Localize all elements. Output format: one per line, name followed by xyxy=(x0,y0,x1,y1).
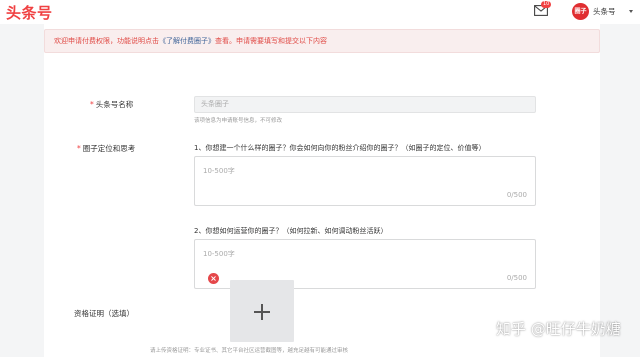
question-1-placeholder: 10-500字 xyxy=(203,167,235,175)
notice-link[interactable]: 《了解付费圈子》 xyxy=(159,37,215,45)
notice-prefix: 欢迎申请付费权限，功能说明点击 xyxy=(54,37,159,45)
plus-icon-vertical xyxy=(261,304,263,320)
upload-image-button[interactable] xyxy=(230,280,294,342)
application-form-card: 欢迎申请付费权限，功能说明点击《了解付费圈子》查看。申请需要填写和提交以下内容 … xyxy=(44,24,600,357)
chevron-down-icon[interactable] xyxy=(629,10,633,13)
notice-banner: 欢迎申请付费权限，功能说明点击《了解付费圈子》查看。申请需要填写和提交以下内容 xyxy=(44,29,600,53)
notification-badge: 10 xyxy=(541,1,552,8)
question-2-placeholder: 10-500字 xyxy=(203,250,235,258)
question-1-textarea[interactable]: 10-500字 0/500 xyxy=(194,156,536,206)
notice-suffix: 查看。申请需要填写和提交以下内容 xyxy=(215,37,327,45)
question-1: 1、你想建一个什么样的圈子？你会如何向你的粉丝介绍你的圈子？（如圈子的定位、价值… xyxy=(194,144,486,152)
question-1-counter: 0/500 xyxy=(506,191,527,199)
watermark: 知乎 @旺仔牛奶糖 xyxy=(496,320,621,338)
name-hint: 该项信息为申请账号信息，不可修改 xyxy=(194,118,283,124)
remove-icon[interactable]: × xyxy=(208,273,219,284)
circle-positioning-label: * 圈子定位和思考 xyxy=(77,143,135,154)
question-2: 2、你想如何运营你的圈子？（如何拉新、如何调动粉丝活跃） xyxy=(194,227,388,235)
required-mark: * xyxy=(77,144,81,153)
required-mark: * xyxy=(90,100,94,109)
name-label: * 头条号名称 xyxy=(90,99,133,110)
app-logo[interactable]: 头条号 xyxy=(6,2,53,23)
qualification-label: 资格证明（选填） xyxy=(74,309,134,318)
circle-label-text: 圈子定位和思考 xyxy=(82,144,136,153)
question-2-counter: 0/500 xyxy=(506,274,527,282)
user-name[interactable]: 头条号 xyxy=(593,6,616,17)
avatar[interactable]: 圈子 xyxy=(572,3,589,20)
upload-hint: 请上传资格证明：专业证书、其它平台社区运营截图等，越充足越有可能通过审核 xyxy=(150,348,349,354)
name-label-text: 头条号名称 xyxy=(95,100,134,109)
name-field: 头条圈子 xyxy=(194,96,536,113)
top-bar: 头条号 10 圈子 头条号 xyxy=(0,0,640,24)
